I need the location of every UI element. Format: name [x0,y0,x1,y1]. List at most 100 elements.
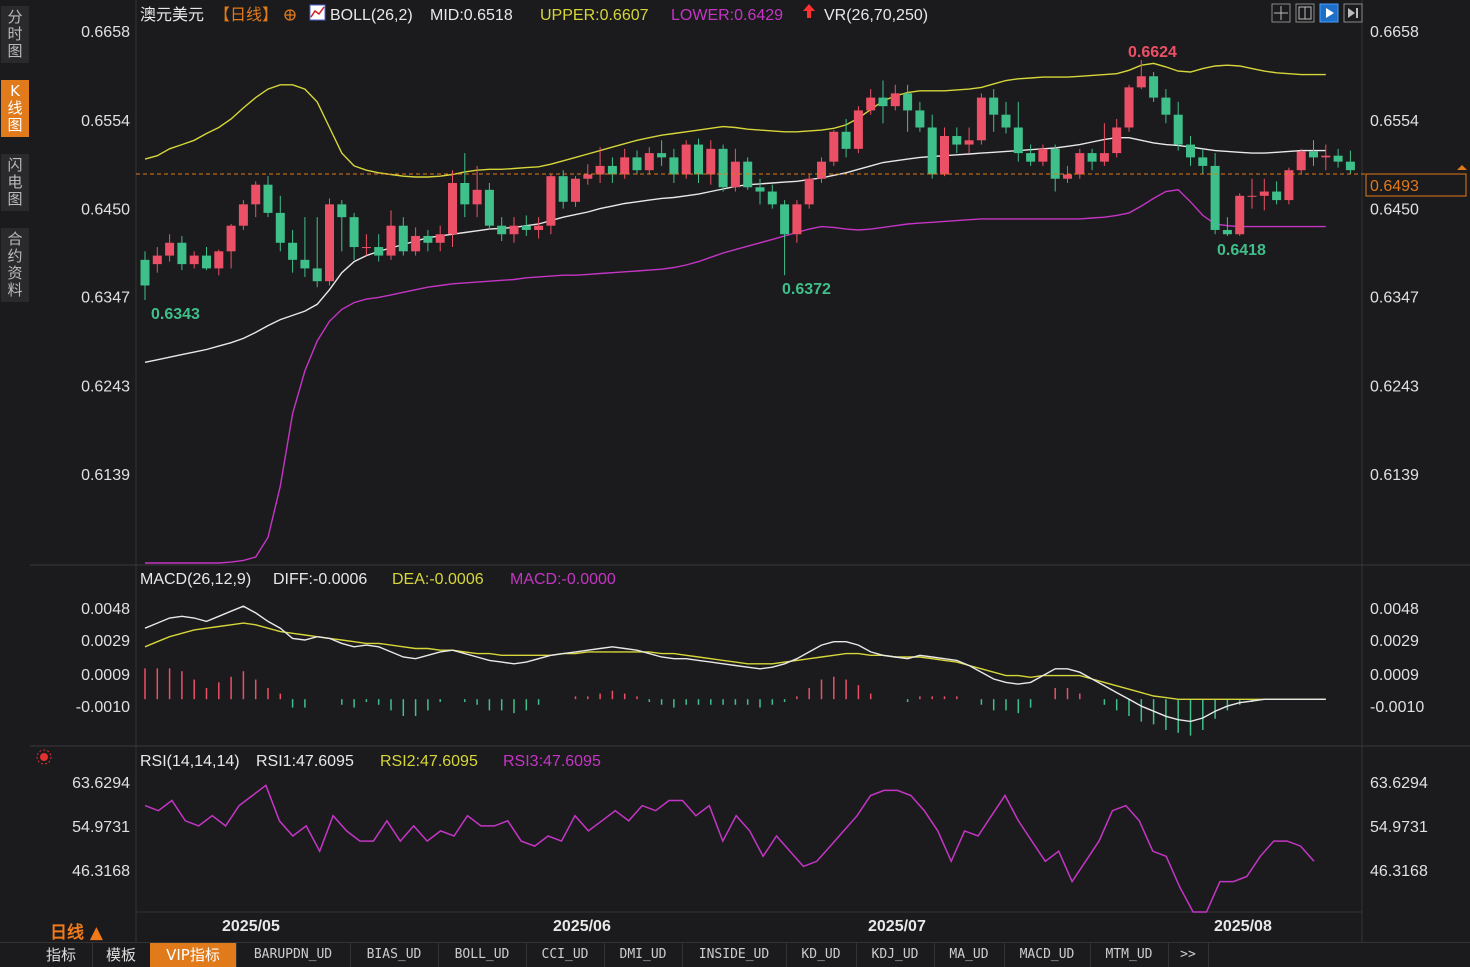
candle-down [1210,165,1220,230]
candle-down [202,255,211,269]
tab-cci[interactable]: CCI_UD [526,943,605,967]
boll-indicator-name: BOLL(26,2) [330,7,413,24]
tab-bias[interactable]: BIAS_UD [350,943,439,967]
rsi-settings-icon[interactable] [36,749,52,765]
tab-inside[interactable]: INSIDE_UD [682,943,787,967]
macd-dea: DEA:-0.0006 [392,571,484,588]
crosshair-icon[interactable] [1271,3,1291,23]
candle-down [607,165,617,175]
candle-down [927,127,937,175]
candle-down [1149,76,1159,98]
candle-up [644,153,654,171]
candle-up [866,97,876,111]
candle-down [398,225,408,252]
candle-up [1112,127,1122,154]
candle-down [718,148,728,188]
candle-up [411,235,421,252]
price-tick-right: 0.6450 [1370,202,1419,219]
macd-title: MACD(26,12,9) [140,571,251,588]
candle-down [657,153,667,158]
candle-down [484,189,494,226]
grid-icon[interactable] [1295,3,1315,23]
play-icon[interactable] [1319,3,1339,23]
candle-down [1013,127,1023,154]
tab-dmi[interactable]: DMI_UD [604,943,683,967]
candle-up [940,136,949,175]
rsi-line [144,784,1315,913]
price-tick-right: 0.6139 [1370,467,1419,484]
price-tick-right: 0.6658 [1370,24,1419,41]
low-annotation-3: 0.6418 [1217,242,1266,259]
tab-boll[interactable]: BOLL_UD [438,943,527,967]
boll-upper: UPPER:0.6607 [540,7,649,24]
price-tick-left: 0.6658 [81,24,130,41]
candle-down [1309,151,1318,158]
rsi-title: RSI(14,14,14) [140,753,240,770]
candle-up [435,234,445,243]
candle-up [890,93,900,107]
candle-down [558,176,568,202]
rsi-tick-right: 63.6294 [1370,775,1428,792]
boll-lower-line [145,189,1326,564]
time-label-june: 2025/06 [553,918,611,935]
tab-barupdn[interactable]: BARUPDN_UD [236,943,351,967]
period-selector[interactable]: 日线 ▲ [50,918,103,943]
time-label-july: 2025/07 [868,918,926,935]
candle-up [214,251,224,269]
candle-down [755,187,765,192]
tab-ma[interactable]: MA_UD [934,943,1005,967]
rsi-tick-left: 46.3168 [72,863,130,880]
tab-kd[interactable]: KD_UD [786,943,857,967]
settings-circle-icon[interactable] [284,9,296,21]
candle-up [165,242,175,256]
candle-down [1161,97,1171,115]
candle-up [804,178,814,205]
price-marker-icon [1457,165,1467,170]
candle-up [325,204,334,282]
candle-up [792,204,802,235]
candle-up [706,148,716,175]
current-price-label: 0.6493 [1370,178,1419,195]
candle-up [964,140,974,145]
tab-indicators[interactable]: 指标 [30,943,93,967]
boll-mid: MID:0.6518 [430,7,513,24]
macd-tick-left: 0.0048 [81,601,130,618]
candle-down [460,183,470,205]
tab-templates[interactable]: 模板 [92,943,151,967]
symbol-name: 澳元美元 [140,6,204,24]
candle-down [312,268,322,282]
candle-up [853,110,863,149]
candle-up [1259,191,1269,196]
rsi-polyline [144,784,1315,913]
macd-tick-right: 0.0029 [1370,633,1419,650]
tab-mtm[interactable]: MTM_UD [1090,943,1169,967]
tab-more[interactable]: >> [1168,943,1209,967]
candle-down [521,225,531,230]
boll-lower: LOWER:0.6429 [671,7,783,24]
tab-kdj[interactable]: KDJ_UD [856,943,935,967]
rsi2-value: RSI2:47.6095 [380,753,478,770]
macd-histogram [144,668,1253,736]
candle-down [878,97,888,107]
macd-tick-right: -0.0010 [1370,699,1424,716]
tab-vip-indicators[interactable]: VIP指标 [150,943,237,967]
period-tag: 【日线】 [214,6,278,24]
candle-down [1186,144,1195,158]
candle-down [288,242,298,260]
tab-macd[interactable]: MACD_UD [1004,943,1091,967]
candle-down [300,259,310,269]
candle-up [1136,76,1146,88]
kline-chart[interactable]: 澳元美元 【日线】 BOLL(26,2) MID:0.6518 UPPER:0.… [0,0,1470,942]
candle-down [989,97,999,115]
indicator-chart-icon[interactable] [309,4,326,21]
candle-down [497,225,507,235]
macd-tick-right: 0.0009 [1370,667,1419,684]
arrow-up-icon[interactable] [803,4,815,18]
indicator-tab-bar: 指标 模板 VIP指标 BARUPDN_UD BIAS_UD BOLL_UD C… [0,942,1470,967]
jump-end-icon[interactable] [1343,3,1363,23]
candle-down [952,136,962,145]
candle-down [177,242,187,265]
low-annotation-1: 0.6343 [151,306,200,323]
candle-down [780,204,790,235]
candle-up [189,255,199,265]
